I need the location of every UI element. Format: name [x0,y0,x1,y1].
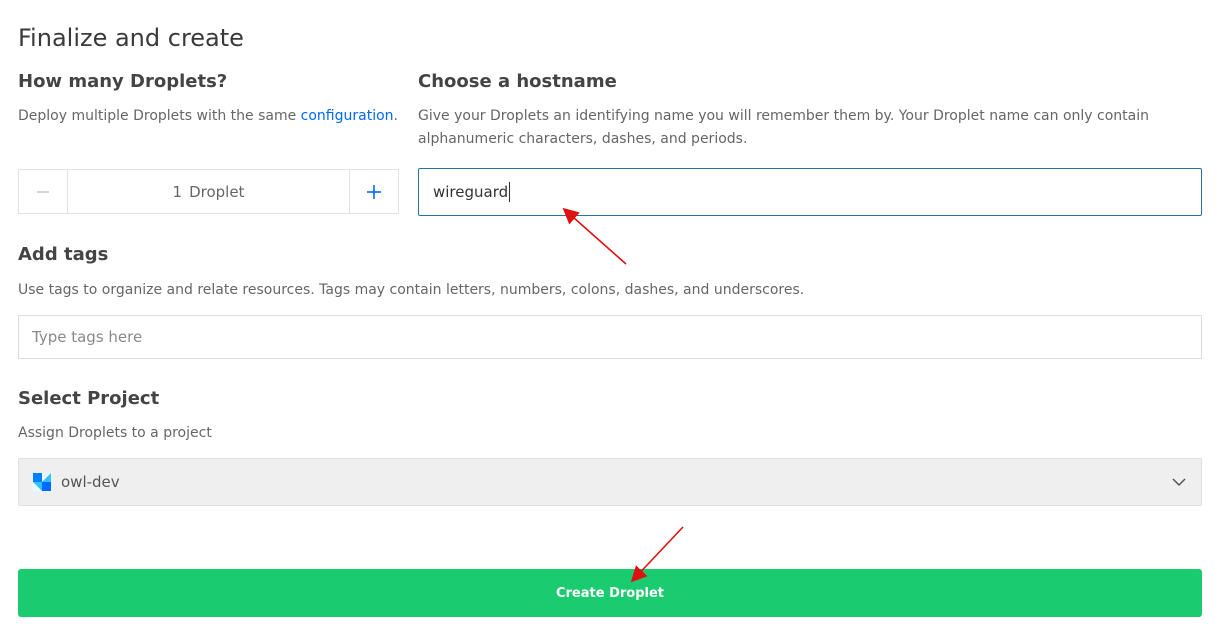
droplet-count-unit: Droplet [189,182,245,201]
droplet-count-value: 1 [172,182,183,201]
tags-description: Use tags to organize and relate resource… [18,282,805,298]
droplet-count-display: 1 Droplet [68,170,349,213]
project-heading: Select Project [18,388,160,409]
tags-placeholder: Type tags here [32,328,143,346]
droplets-description-text: Deploy multiple Droplets with the same [18,108,301,124]
hostname-description-line2: alphanumeric characters, dashes, and per… [418,131,748,147]
droplet-count-stepper: 1 Droplet [18,169,399,214]
project-description: Assign Droplets to a project [18,425,212,441]
hostname-value: wireguard [433,183,509,201]
create-droplet-label: Create Droplet [555,585,665,601]
plus-icon [367,184,381,199]
minus-icon [37,190,49,193]
page-title: Finalize and create [18,24,244,52]
create-droplet-button[interactable]: Create Droplet [18,569,1202,617]
increment-button[interactable] [349,170,398,213]
tags-input[interactable]: Type tags here [18,315,1202,359]
project-icon [32,472,52,492]
project-select[interactable]: owl-dev [18,458,1202,506]
droplets-description: Deploy multiple Droplets with the same c… [18,105,398,128]
droplets-description-suffix: . [393,108,398,124]
configuration-link[interactable]: configuration [301,108,394,124]
tags-heading: Add tags [18,244,109,265]
arrow-to-hostname [562,207,627,265]
hostname-heading: Choose a hostname [418,71,617,92]
text-cursor [509,182,511,202]
chevron-down-icon [1172,478,1186,487]
finalize-page: Finalize and create How many Droplets? D… [0,0,1215,634]
droplets-heading: How many Droplets? [18,71,228,92]
decrement-button[interactable] [19,170,68,213]
project-selected-value: owl-dev [61,473,120,491]
hostname-input[interactable]: wireguard [418,168,1202,216]
hostname-description-line1: Give your Droplets an identifying name y… [418,108,1149,124]
